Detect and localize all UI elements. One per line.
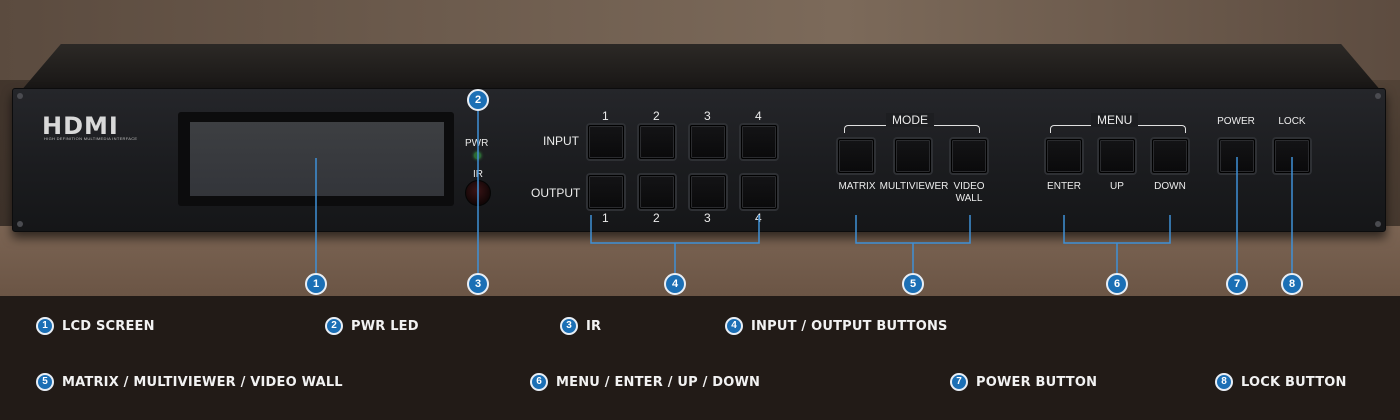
callout-8: 8	[1281, 273, 1303, 295]
legend-item-menu-enter-up-down: 6 MENU / ENTER / UP / DOWN	[530, 373, 760, 391]
legend-number: 8	[1215, 373, 1233, 391]
legend-text: POWER BUTTON	[976, 374, 1098, 390]
legend-item-power-button: 7 POWER BUTTON	[950, 373, 1097, 391]
legend-text: PWR LED	[351, 318, 419, 334]
legend-item-lock-button: 8 LOCK BUTTON	[1215, 373, 1347, 391]
legend-text: LCD SCREEN	[62, 318, 155, 334]
legend-item-ir: 3 IR	[560, 317, 601, 335]
legend-number: 7	[950, 373, 968, 391]
legend-text: MENU / ENTER / UP / DOWN	[556, 374, 761, 390]
callout-5: 5	[902, 273, 924, 295]
callout-3: 3	[467, 273, 489, 295]
callout-lines	[315, 111, 1293, 273]
legend-number: 3	[560, 317, 578, 335]
callout-1: 1	[305, 273, 327, 295]
legend-number: 6	[530, 373, 548, 391]
legend-item-matrix-multiviewer-video-wall: 5 MATRIX / MULTIVIEWER / VIDEO WALL	[36, 373, 343, 391]
legend-number: 5	[36, 373, 54, 391]
callout-2: 2	[467, 89, 489, 111]
legend-text: LOCK BUTTON	[1241, 374, 1347, 390]
legend-panel: 1 LCD SCREEN 2 PWR LED 3 IR 4 INPUT / OU…	[0, 296, 1400, 420]
legend-item-lcd-screen: 1 LCD SCREEN	[36, 317, 155, 335]
callout-7: 7	[1226, 273, 1248, 295]
callout-4: 4	[664, 273, 686, 295]
legend-number: 4	[725, 317, 743, 335]
legend-number: 2	[325, 317, 343, 335]
callout-6: 6	[1106, 273, 1128, 295]
legend-text: IR	[586, 318, 602, 334]
legend-number: 1	[36, 317, 54, 335]
legend-text: MATRIX / MULTIVIEWER / VIDEO WALL	[62, 374, 343, 390]
legend-item-input-output-buttons: 4 INPUT / OUTPUT BUTTONS	[725, 317, 948, 335]
legend-item-pwr-led: 2 PWR LED	[325, 317, 419, 335]
legend-text: INPUT / OUTPUT BUTTONS	[751, 318, 948, 334]
